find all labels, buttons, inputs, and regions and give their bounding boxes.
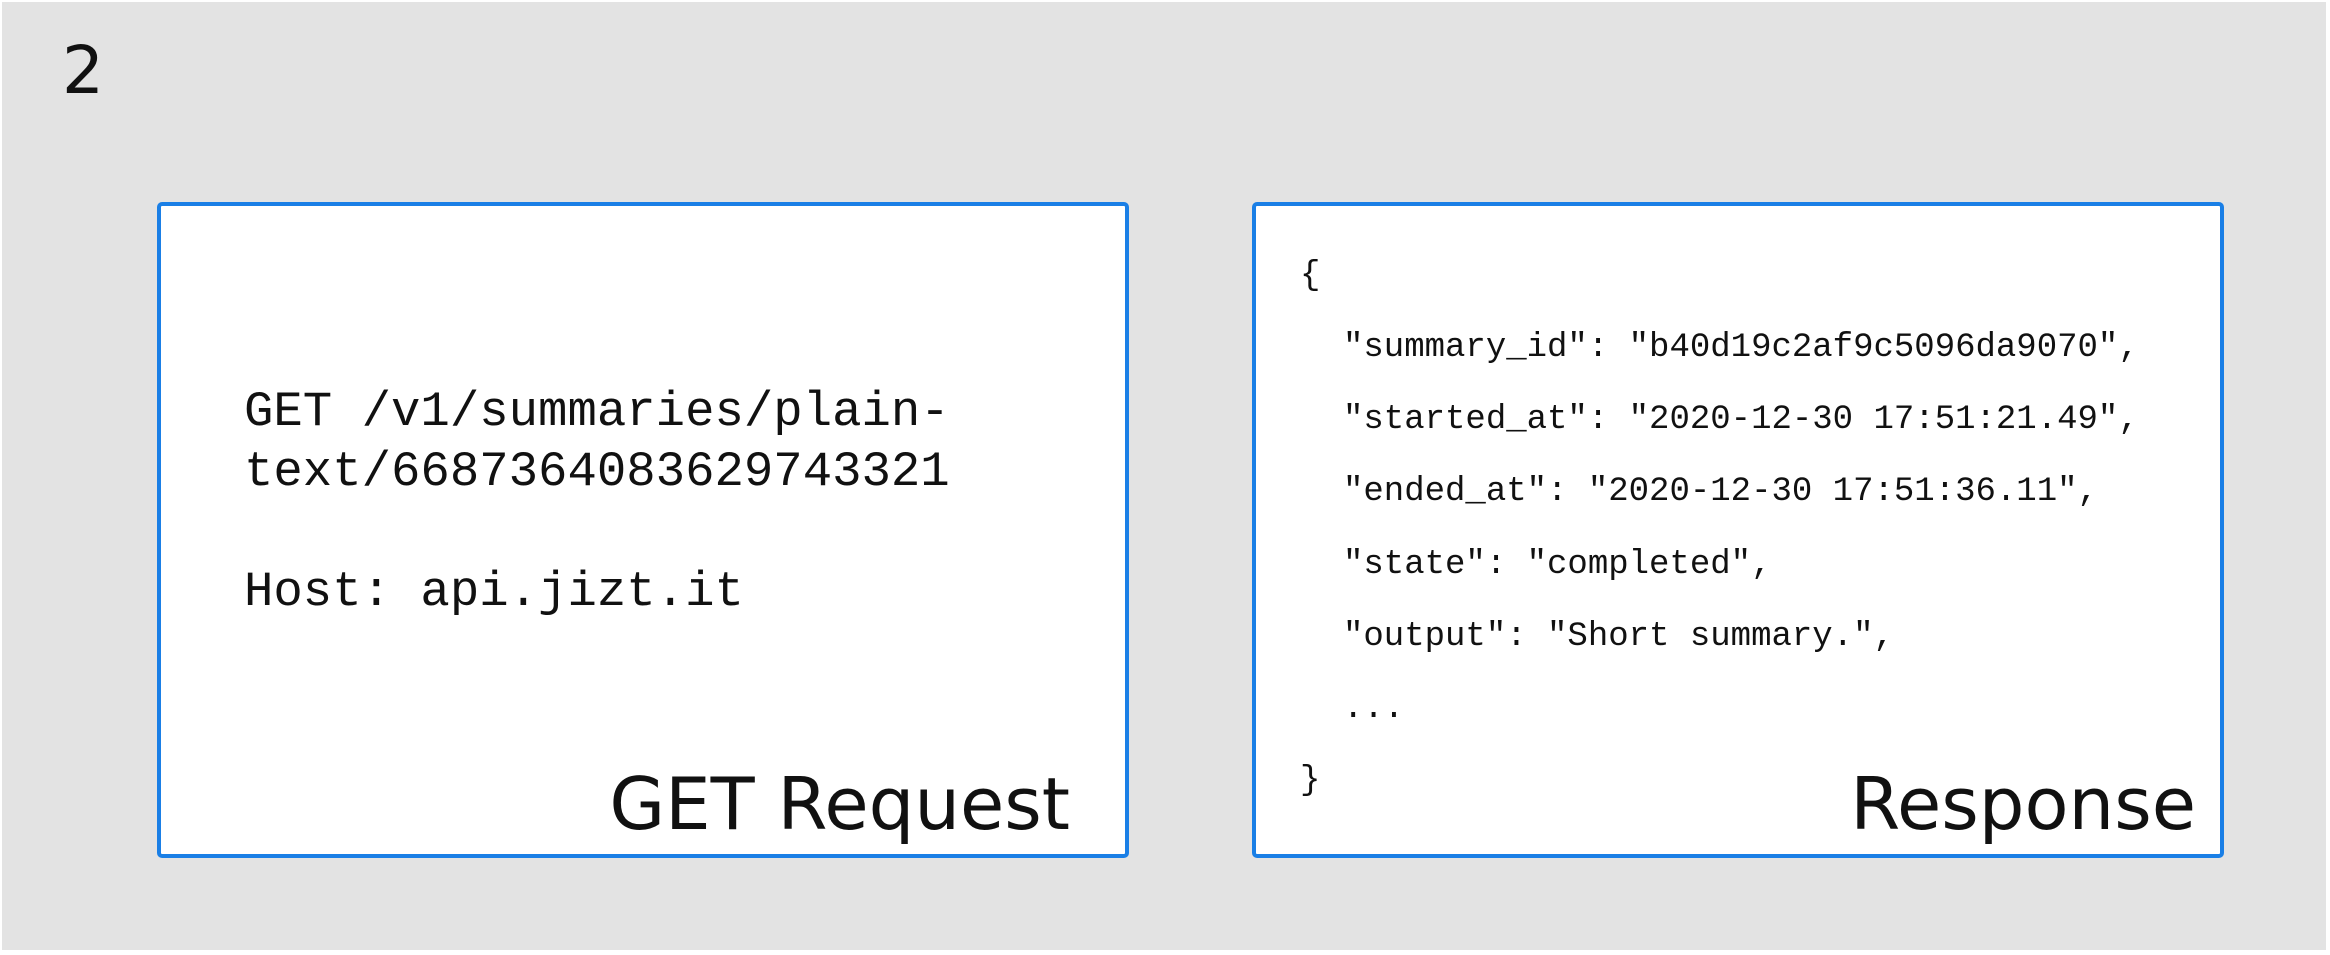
request-host-header: Host: api.jizt.it (244, 564, 744, 620)
diagram-panel: 2 GET /v1/summaries/plain- text/66873640… (2, 2, 2326, 950)
step-number: 2 (62, 32, 104, 109)
json-close-brace: } (1300, 762, 1321, 800)
json-line-ended-at: "ended_at": "2020-12-30 17:51:36.11", (1343, 473, 2098, 511)
json-open-brace: { (1300, 257, 1321, 295)
json-line-output: "output": "Short summary.", (1343, 618, 1894, 656)
json-line-started-at: "started_at": "2020-12-30 17:51:21.49", (1343, 401, 2139, 439)
request-caption: GET Request (609, 762, 1070, 846)
json-line-ellipsis: ... (1343, 690, 1405, 728)
response-caption: Response (1850, 762, 2196, 846)
request-line-method-path: GET /v1/summaries/plain- (244, 384, 950, 440)
json-line-state: "state": "completed", (1343, 546, 1772, 584)
json-line-summary-id: "summary_id": "b40d19c2af9c5096da9070", (1343, 329, 2139, 367)
request-box: GET /v1/summaries/plain- text/6687364083… (157, 202, 1129, 858)
response-box: { "summary_id": "b40d19c2af9c5096da9070"… (1252, 202, 2224, 858)
request-line-path-continued: text/6687364083629743321 (244, 444, 950, 500)
